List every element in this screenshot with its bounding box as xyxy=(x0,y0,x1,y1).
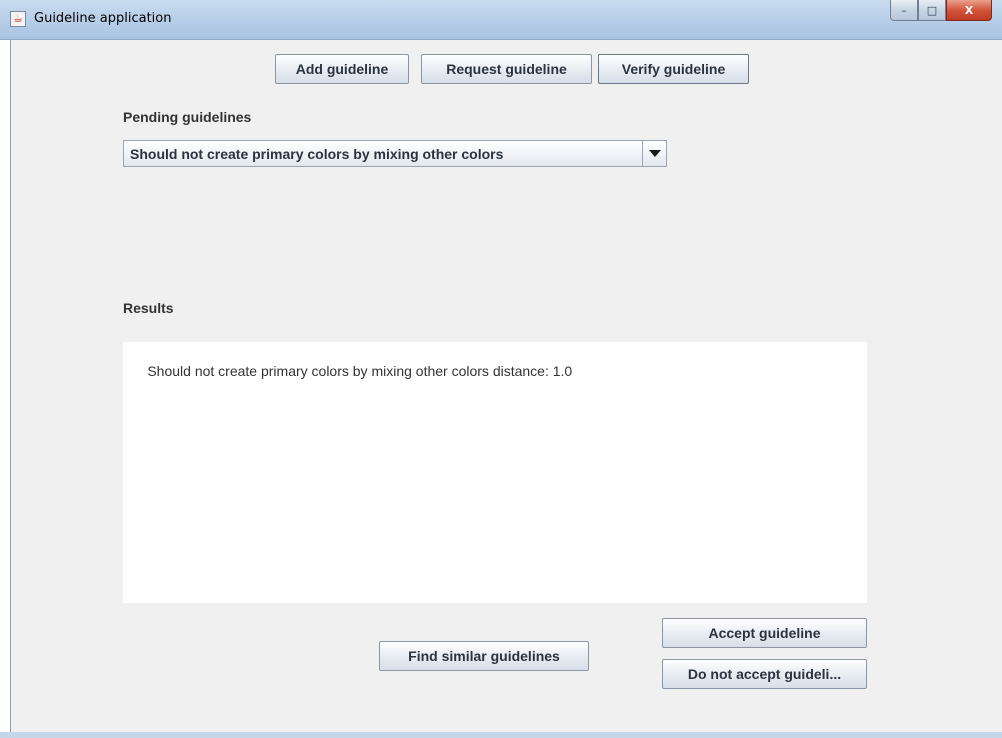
pending-guidelines-dropdown[interactable]: Should not create primary colors by mixi… xyxy=(123,140,667,167)
close-button[interactable]: X xyxy=(946,0,992,21)
do-not-accept-guideline-button[interactable]: Do not accept guideli... xyxy=(662,659,867,689)
app-window: ☕ Guideline application – □ X Add guidel… xyxy=(0,0,1002,738)
maximize-button[interactable]: □ xyxy=(918,0,946,21)
results-label: Results xyxy=(123,300,174,316)
find-similar-guidelines-button[interactable]: Find similar guidelines xyxy=(379,641,589,671)
window-bottom-border xyxy=(0,732,1002,738)
window-controls: – □ X xyxy=(890,0,992,22)
request-guideline-button[interactable]: Request guideline xyxy=(421,54,592,84)
close-icon: X xyxy=(964,3,974,17)
add-guideline-button[interactable]: Add guideline xyxy=(275,54,409,84)
window-title: Guideline application xyxy=(34,11,172,26)
content-panel: Add guideline Request guideline Verify g… xyxy=(10,40,1002,732)
results-text-area[interactable]: Should not create primary colors by mixi… xyxy=(123,342,867,603)
verify-guideline-button[interactable]: Verify guideline xyxy=(598,54,749,84)
maximize-icon: □ xyxy=(926,3,938,17)
accept-guideline-button[interactable]: Accept guideline xyxy=(662,618,867,648)
minimize-icon: – xyxy=(901,3,907,17)
results-text: Should not create primary colors by mixi… xyxy=(147,363,573,379)
pending-guidelines-selected: Should not create primary colors by mixi… xyxy=(130,146,504,162)
chevron-down-icon[interactable] xyxy=(642,141,666,166)
minimize-button[interactable]: – xyxy=(890,0,918,21)
java-cup-icon: ☕ xyxy=(10,11,26,27)
pending-guidelines-label: Pending guidelines xyxy=(123,109,252,125)
title-bar[interactable]: ☕ Guideline application – □ X xyxy=(0,0,1002,40)
